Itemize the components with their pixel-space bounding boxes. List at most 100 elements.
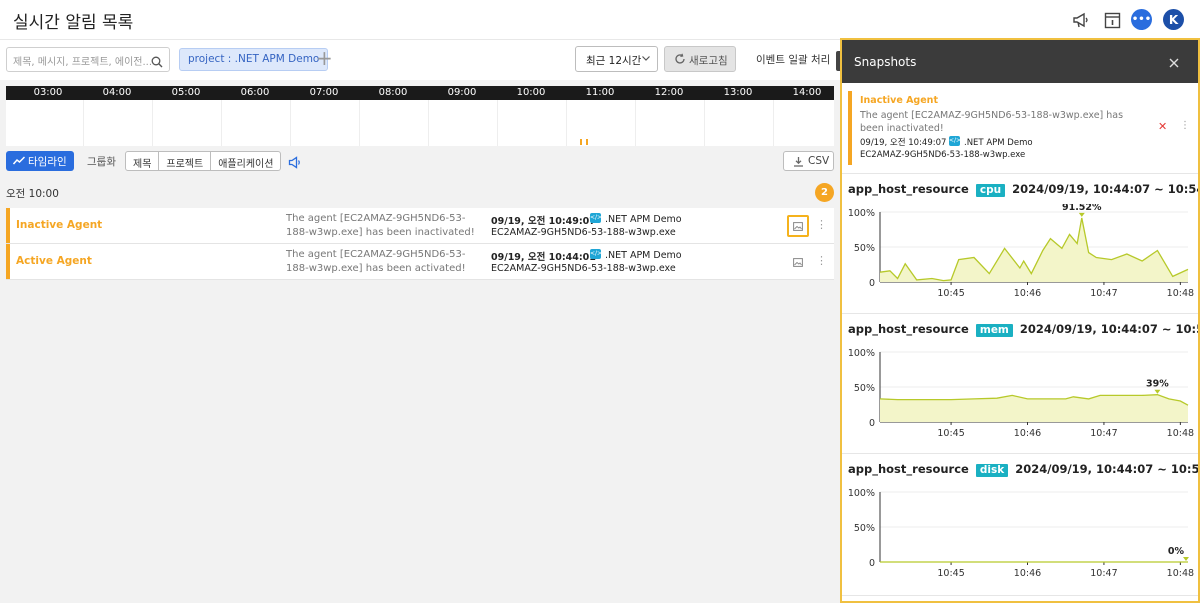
search-input[interactable]: 제목, 메시지, 프로젝트, 에이전... xyxy=(6,47,170,72)
alert-time: 09/19, 오전 10:49:07 xyxy=(491,216,596,227)
timeline-tick-label: 08:00 xyxy=(378,87,408,98)
timeline-event-mark[interactable] xyxy=(580,139,582,145)
refresh-button[interactable]: 새로고침 xyxy=(664,46,736,72)
avatar[interactable]: K xyxy=(1163,9,1184,30)
chart-tag: mem xyxy=(975,324,1013,337)
peak-marker xyxy=(1078,212,1085,217)
snapshots-footer-divider xyxy=(842,595,1198,601)
timeline-chart[interactable]: 03:00 04:00 05:00 06:00 07:00 08:00 09:00 10:00… xyxy=(6,86,843,146)
chevron-down-icon xyxy=(641,53,651,66)
snapshot-alert-title: Inactive Agent xyxy=(860,95,938,106)
top-header: 실시간 알림 목록 ••• K xyxy=(0,0,1200,40)
alert-message: The agent [EC2AMAZ-9GH5ND6-53-188-w3wp.e… xyxy=(286,249,466,274)
time-range-value: 최근 12시간 xyxy=(586,55,642,67)
download-icon xyxy=(794,157,803,167)
x-tick-label: 10:45 xyxy=(937,428,964,439)
snapshot-alert-message: The agent [EC2AMAZ-9GH5ND6-53-188-w3wp.e… xyxy=(860,110,1124,134)
chat-icon[interactable]: ••• xyxy=(1131,9,1152,30)
sound-icon[interactable] xyxy=(288,154,302,173)
snapshot-alert-time: 09/19, 오전 10:49:07 xyxy=(860,138,947,148)
csv-download-button[interactable]: CSV xyxy=(783,151,834,171)
timeline-gridline xyxy=(83,100,84,146)
chart-range: 2024/09/19, 10:44:07 ~ 10:54:07 xyxy=(1019,322,1198,336)
alert-level-bar xyxy=(6,244,10,279)
timeline-gridline xyxy=(773,100,774,146)
refresh-label: 새로고침 xyxy=(689,55,728,67)
snapshots-title: Snapshots xyxy=(854,55,917,69)
snapshot-alert-project: .NET APM Demo xyxy=(949,135,1033,148)
alert-row[interactable]: Inactive Agent The agent [EC2AMAZ-9GH5ND… xyxy=(6,208,834,244)
alert-project: .NET APM Demo xyxy=(590,212,682,225)
chart-tag: cpu xyxy=(975,184,1006,197)
group-by-application[interactable]: 애플리케이션 xyxy=(211,152,280,170)
notice-icon[interactable] xyxy=(1102,10,1122,30)
group-by-label: 그룹화 xyxy=(87,156,116,168)
timeline-gridline xyxy=(290,100,291,146)
timeline-gridline xyxy=(221,100,222,146)
y-tick-label: 0 xyxy=(869,278,875,289)
alert-row[interactable]: Active Agent The agent [EC2AMAZ-9GH5ND6-… xyxy=(6,244,834,280)
group-by-title[interactable]: 제목 xyxy=(126,152,160,170)
timeline-gridline xyxy=(359,100,360,146)
alert-list-panel: 제목, 메시지, 프로젝트, 에이전... project : .NET APM… xyxy=(0,40,843,603)
snapshot-button[interactable] xyxy=(787,215,809,237)
image-icon xyxy=(793,221,803,231)
peak-label: 0% xyxy=(1168,546,1185,557)
more-icon[interactable]: ⋮ xyxy=(1180,120,1190,131)
mem-area-chart[interactable]: 0 50% 100% 10:45 10:46 10:47 10:48 39% xyxy=(842,344,1198,452)
timeline-tick-label: 09:00 xyxy=(447,87,477,98)
y-tick-label: 100% xyxy=(848,208,875,219)
x-tick-label: 10:48 xyxy=(1167,288,1194,299)
add-filter-icon[interactable]: + xyxy=(316,48,333,68)
y-tick-label: 0 xyxy=(869,418,875,429)
timeline-axis: 03:00 04:00 05:00 06:00 07:00 08:00 09:00 10:00… xyxy=(6,86,834,100)
chart-heading: app_host_resource disk 2024/09/19, 10:44… xyxy=(848,462,1200,477)
cpu-area-chart[interactable]: 0 50% 100% 10:45 10:46 10:47 10:48 91.52% xyxy=(842,204,1198,312)
timeline-gridline xyxy=(704,100,705,146)
timeline-gridline xyxy=(152,100,153,146)
timeline-button[interactable]: 타임라인 xyxy=(6,151,74,171)
project-filter-chip[interactable]: project : .NET APM Demo xyxy=(179,48,329,71)
snapshot-alert-instance: EC2AMAZ-9GH5ND6-53-188-w3wp.exe xyxy=(860,150,1026,160)
close-icon[interactable] xyxy=(1168,54,1180,73)
series-area xyxy=(880,217,1188,282)
timeline-tick-label: 11:00 xyxy=(585,87,615,98)
dotnet-project-icon xyxy=(949,135,960,146)
section-time-label: 오전 10:00 xyxy=(6,188,59,200)
group-by-project[interactable]: 프로젝트 xyxy=(159,152,212,170)
y-tick-label: 0 xyxy=(869,558,875,569)
more-icon[interactable]: ⋮ xyxy=(816,218,827,232)
peak-marker xyxy=(1154,389,1161,394)
x-tick-label: 10:48 xyxy=(1167,568,1194,579)
search-placeholder: 제목, 메시지, 프로젝트, 에이전... xyxy=(13,57,153,68)
alert-title: Inactive Agent xyxy=(16,219,103,231)
chart-range: 2024/09/19, 10:44:07 ~ 10:54:07 xyxy=(1015,462,1200,476)
timeline-button-label: 타임라인 xyxy=(28,156,67,168)
x-tick-label: 10:46 xyxy=(1014,568,1041,579)
bulk-process-button[interactable]: 이벤트 일괄 처리 xyxy=(756,52,830,67)
alert-project: .NET APM Demo xyxy=(590,248,682,261)
alert-level-bar xyxy=(6,208,10,243)
more-icon[interactable]: ⋮ xyxy=(816,254,827,268)
chart-metric: app_host_resource xyxy=(848,182,969,196)
dotnet-project-icon xyxy=(590,212,601,223)
snapshots-header: Snapshots xyxy=(842,40,1198,83)
alert-message: The agent [EC2AMAZ-9GH5ND6-53-188-w3wp.e… xyxy=(286,213,475,238)
time-range-select[interactable]: 최근 12시간 xyxy=(575,46,658,72)
x-tick-label: 10:47 xyxy=(1090,568,1117,579)
snapshot-button[interactable] xyxy=(787,251,809,273)
search-icon[interactable] xyxy=(151,53,163,72)
alert-project-name: .NET APM Demo xyxy=(605,250,682,261)
timeline-tick-label: 07:00 xyxy=(309,87,339,98)
dismiss-icon[interactable]: ✕ xyxy=(1158,120,1167,133)
x-tick-label: 10:46 xyxy=(1014,288,1041,299)
disk-area-chart[interactable]: 0 50% 100% 10:45 10:46 10:47 10:48 0% xyxy=(842,484,1198,592)
timeline-event-mark[interactable] xyxy=(586,139,588,145)
y-tick-label: 100% xyxy=(848,488,875,499)
timeline-tick-label: 10:00 xyxy=(516,87,546,98)
timeline-tick-label: 06:00 xyxy=(240,87,270,98)
megaphone-icon[interactable] xyxy=(1071,10,1091,30)
timeline-tick-label: 13:00 xyxy=(723,87,753,98)
page-title: 실시간 알림 목록 xyxy=(13,13,134,33)
alert-title: Active Agent xyxy=(16,255,92,267)
